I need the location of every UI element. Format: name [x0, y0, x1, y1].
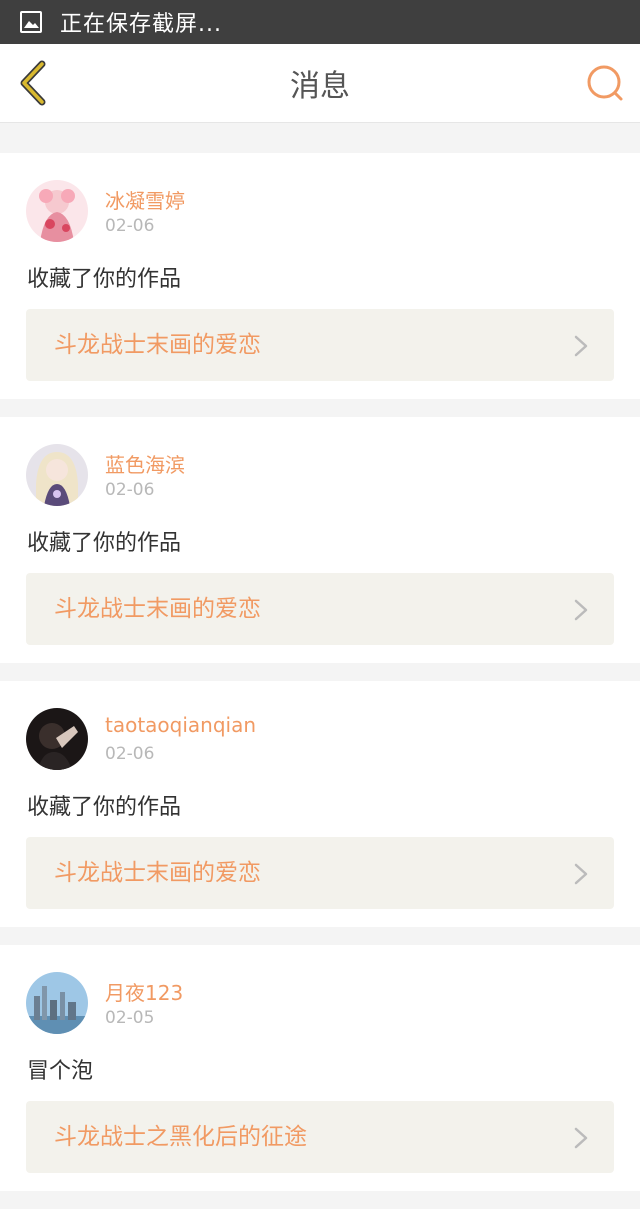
- search-icon: [587, 65, 623, 101]
- chevron-right-icon: [574, 1127, 588, 1149]
- message-card: 月夜123 02-05 冒个泡 斗龙战士之黑化后的征途: [0, 945, 640, 1191]
- work-link[interactable]: 斗龙战士之黑化后的征途: [26, 1101, 614, 1173]
- work-title: 斗龙战士末画的爱恋: [54, 860, 261, 886]
- chevron-right-icon: [574, 863, 588, 885]
- message-card: taotaoqianqian 02-06 收藏了你的作品 斗龙战士末画的爱恋: [0, 681, 640, 927]
- status-bar: 正在保存截屏...: [0, 0, 640, 44]
- avatar[interactable]: [26, 708, 88, 770]
- nav-bar: 消息: [0, 44, 640, 123]
- avatar[interactable]: [26, 972, 88, 1034]
- work-link[interactable]: 斗龙战士末画的爱恋: [26, 837, 614, 909]
- message-date: 02-05: [105, 1008, 155, 1028]
- work-title: 斗龙战士之黑化后的征途: [54, 1124, 307, 1150]
- work-link[interactable]: 斗龙战士末画的爱恋: [26, 573, 614, 645]
- message-text: 收藏了你的作品: [27, 795, 182, 820]
- user-name[interactable]: 蓝色海滨: [105, 449, 185, 478]
- message-date: 02-06: [105, 744, 155, 764]
- message-list: 冰凝雪婷 02-06 收藏了你的作品 斗龙战士末画的爱恋 蓝色海滨 02-06 …: [0, 153, 640, 1209]
- message-text: 冒个泡: [27, 1059, 94, 1084]
- user-name[interactable]: taotaoqianqian: [105, 713, 256, 737]
- user-name[interactable]: 冰凝雪婷: [105, 185, 185, 214]
- search-button[interactable]: [586, 64, 624, 102]
- message-text: 收藏了你的作品: [27, 267, 182, 292]
- message-card: 冰凝雪婷 02-06 收藏了你的作品 斗龙战士末画的爱恋: [0, 153, 640, 399]
- chevron-right-icon: [574, 599, 588, 621]
- chevron-right-icon: [574, 335, 588, 357]
- message-card: 蓝色海滨 02-06 收藏了你的作品 斗龙战士末画的爱恋: [0, 417, 640, 663]
- work-link[interactable]: 斗龙战士末画的爱恋: [26, 309, 614, 381]
- work-title: 斗龙战士末画的爱恋: [54, 596, 261, 622]
- screenshot-image-icon: [20, 11, 42, 33]
- avatar[interactable]: [26, 444, 88, 506]
- user-name[interactable]: 月夜123: [105, 977, 183, 1006]
- message-date: 02-06: [105, 480, 155, 500]
- status-text: 正在保存截屏...: [60, 12, 222, 37]
- message-text: 收藏了你的作品: [27, 531, 182, 556]
- page-title: 消息: [290, 69, 350, 104]
- work-title: 斗龙战士末画的爱恋: [54, 332, 261, 358]
- message-date: 02-06: [105, 216, 155, 236]
- avatar[interactable]: [26, 180, 88, 242]
